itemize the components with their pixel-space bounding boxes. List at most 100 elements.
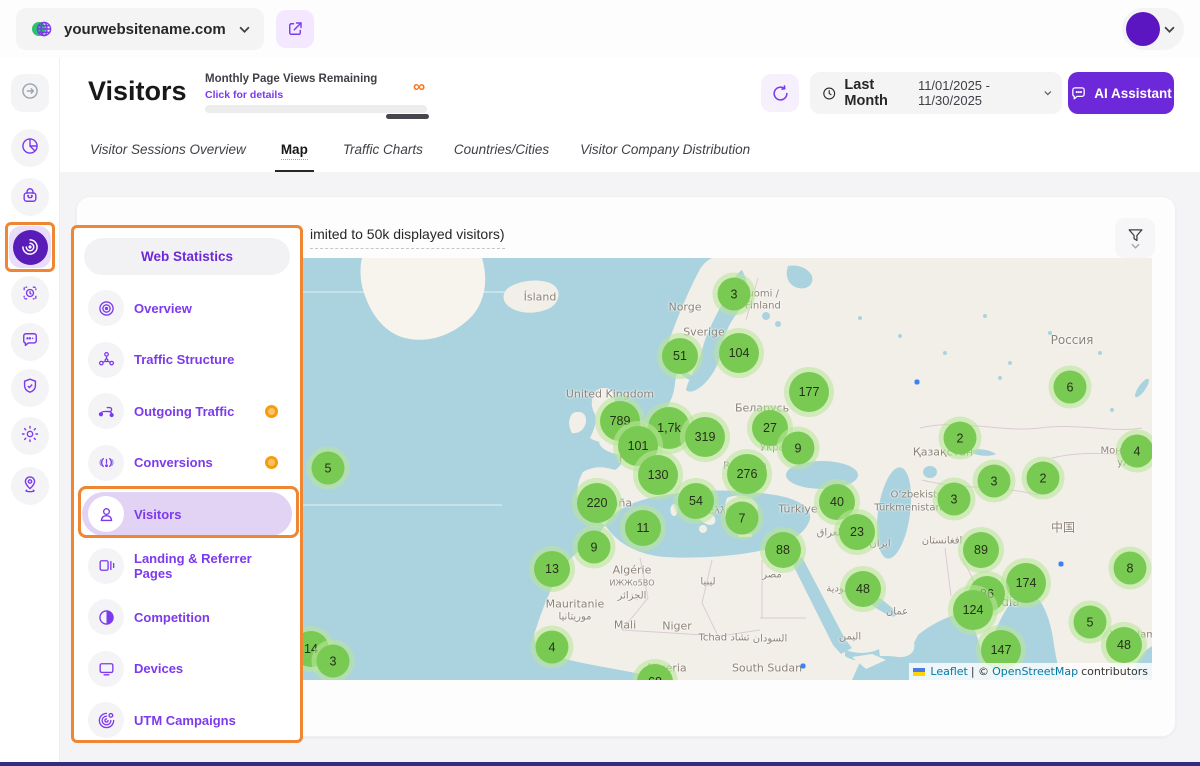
new-feature-badge (265, 405, 278, 418)
menu-item-conversions[interactable]: Conversions (82, 441, 292, 485)
sidebar-item-chat[interactable] (11, 323, 49, 361)
pageviews-label: Monthly Page Views Remaining (205, 73, 377, 85)
traffic-structure-icon (88, 342, 124, 378)
attribution-separator: | © (971, 665, 989, 678)
sidebar-item-gear[interactable] (11, 417, 49, 455)
map-cluster-marker[interactable]: 130 (638, 455, 678, 495)
map-cluster-marker[interactable]: 3 (938, 483, 971, 516)
map-cluster-marker[interactable]: 3 (317, 645, 350, 678)
date-range-picker[interactable]: Last Month 11/01/2025 - 11/30/2025 (810, 72, 1062, 114)
map-cluster-marker[interactable]: 3 (718, 278, 751, 311)
menu-item-devices[interactable]: Devices (82, 647, 292, 691)
map-cluster-marker[interactable]: 104 (719, 333, 759, 373)
map-cluster-marker[interactable]: 13 (534, 551, 570, 587)
map-cluster-marker[interactable]: 3 (978, 465, 1011, 498)
tab-countries-cities[interactable]: Countries/Cities (452, 136, 551, 172)
sidebar-item-web-statistics[interactable] (9, 226, 51, 268)
map-cluster-marker[interactable]: 89 (963, 532, 999, 568)
menu-item-visitors[interactable]: Visitors (82, 492, 292, 536)
map-cluster-marker[interactable]: 54 (678, 483, 714, 519)
map-cluster-marker[interactable]: 48 (845, 571, 881, 607)
map-cluster-marker[interactable]: 48 (1106, 627, 1142, 663)
user-menu[interactable] (1122, 8, 1184, 50)
pageviews-remaining-value: ∞ (413, 77, 425, 97)
tab-visitor-company-distribution[interactable]: Visitor Company Distribution (578, 136, 752, 172)
map-cluster-marker[interactable]: 124 (953, 590, 993, 630)
map-cluster-marker[interactable]: 6 (1054, 371, 1087, 404)
period-label: Last Month (844, 77, 910, 109)
menu-item-label: Landing & Referrer Pages (134, 551, 292, 581)
open-website-button[interactable] (276, 10, 314, 48)
map-place-label: ليبيا (700, 577, 715, 588)
tab-traffic-charts[interactable]: Traffic Charts (341, 136, 425, 172)
map-cluster-marker[interactable]: 2 (944, 422, 977, 455)
new-feature-badge (265, 456, 278, 469)
top-bar: yourwebsitename.com (0, 0, 1200, 58)
map-place-label: Türkiye (778, 503, 817, 516)
refresh-button[interactable] (761, 74, 799, 112)
menu-item-utm-campaigns[interactable]: UTM Campaigns (82, 698, 292, 742)
map-cluster-marker[interactable]: 319 (685, 417, 725, 457)
menu-item-landing-referrer-pages[interactable]: Landing & Referrer Pages (82, 544, 292, 588)
map-cluster-marker[interactable]: 8 (1114, 552, 1147, 585)
map-cluster-marker[interactable]: 51 (662, 338, 698, 374)
map-cluster-marker[interactable]: 177 (789, 372, 829, 412)
pageviews-details-link[interactable]: Click for details (205, 89, 283, 101)
sidebar-item-location-pin[interactable] (11, 467, 49, 505)
filter-button[interactable] (1115, 218, 1155, 258)
menu-item-traffic-structure[interactable]: Traffic Structure (82, 338, 292, 382)
map-cluster-marker[interactable]: 23 (839, 514, 875, 550)
clock-icon (822, 85, 836, 102)
avatar (1126, 12, 1160, 46)
map-place-label: Mauritanie (546, 598, 605, 611)
map-cluster-marker[interactable]: 88 (765, 532, 801, 568)
map-cluster-marker[interactable]: 4 (536, 631, 569, 664)
menu-item-label: Competition (134, 610, 292, 625)
external-link-icon (286, 20, 304, 38)
map-cluster-marker[interactable]: 9 (578, 531, 611, 564)
map-place-label: موريتانيا (558, 612, 591, 623)
pageviews-progress-bar (205, 105, 427, 113)
leaflet-link[interactable]: Leaflet (930, 665, 967, 678)
map-cluster-marker[interactable]: 174 (1006, 563, 1046, 603)
chat-icon (20, 330, 40, 355)
map-cluster-marker[interactable]: 4 (1121, 435, 1153, 468)
map-cluster-marker[interactable]: 220 (577, 483, 617, 523)
map-cluster-marker[interactable]: 2 (1027, 462, 1060, 495)
chevron-down-icon (1164, 26, 1175, 33)
menu-item-label: Visitors (134, 507, 292, 522)
gear-icon (20, 424, 40, 449)
map-place-label: Ísland (524, 291, 557, 304)
openstreetmap-link[interactable]: OpenStreetMap (992, 665, 1078, 678)
conversions-icon (88, 445, 124, 481)
sidebar-item-shield[interactable] (11, 369, 49, 407)
sidebar-item-focus-time[interactable] (11, 276, 49, 314)
map-place-label: عمان (886, 607, 908, 618)
sidebar-item-pie-chart[interactable] (11, 129, 49, 167)
ai-assistant-button[interactable]: AI Assistant (1068, 72, 1174, 114)
website-selector[interactable]: yourwebsitename.com (16, 8, 264, 50)
map-cluster-marker[interactable]: 11 (625, 510, 661, 546)
ai-assistant-label: AI Assistant (1094, 86, 1172, 101)
landing-pages-icon (88, 548, 124, 584)
map-cluster-marker[interactable]: 9 (782, 432, 815, 465)
sidebar-item-bag[interactable] (11, 178, 49, 216)
map-cluster-marker[interactable]: 5 (1074, 606, 1107, 639)
menu-item-overview[interactable]: Overview (82, 286, 292, 330)
chevron-down-icon (239, 26, 250, 33)
tab-visitor-sessions-overview[interactable]: Visitor Sessions Overview (88, 136, 248, 172)
sidebar-item-collapse-arrow[interactable] (11, 74, 49, 112)
menu-item-label: Traffic Structure (134, 352, 292, 367)
menu-item-label: Devices (134, 661, 292, 676)
menu-item-label: Outgoing Traffic (134, 404, 255, 419)
map-place-label: Norge (668, 301, 701, 314)
map-cluster-marker[interactable]: 276 (727, 454, 767, 494)
map-cluster-marker[interactable]: 5 (312, 452, 345, 485)
tab-map[interactable]: Map (275, 136, 314, 172)
menu-item-competition[interactable]: Competition (82, 595, 292, 639)
map-cluster-marker[interactable]: 7 (726, 502, 759, 535)
menu-item-outgoing-traffic[interactable]: Outgoing Traffic (82, 389, 292, 433)
competition-icon (88, 599, 124, 635)
map-place-label: South Sudan (732, 662, 802, 675)
utm-campaigns-icon (88, 702, 124, 738)
